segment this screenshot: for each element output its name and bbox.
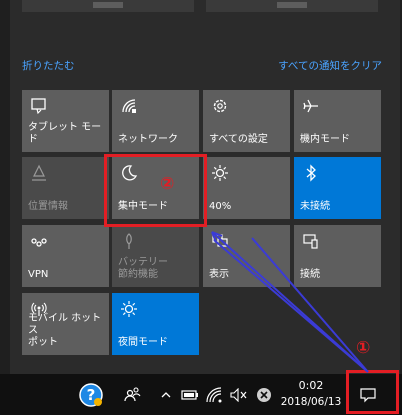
tile-network[interactable]: ネットワーク [112,90,199,152]
display-icon [210,231,230,251]
tile-focus-assist[interactable]: 集中モード [112,157,199,219]
tile-label: 未接続 [300,201,330,212]
notification-button-left[interactable] [22,0,194,12]
tile-connect[interactable]: 接続 [294,225,381,287]
tile-label: すべての設定 [209,134,268,145]
chevron-up-icon[interactable] [158,374,174,415]
connect-icon [301,231,321,251]
step-marker-2: ② [160,174,175,194]
tile-label: バッテリー 節約機能 [118,257,168,280]
close-circle-icon[interactable] [254,374,274,415]
tile-label: 表示 [209,269,229,280]
battery-saver-icon [119,231,139,251]
tile-label: 集中モード [118,201,168,212]
tile-bluetooth[interactable]: 未接続 [294,157,381,219]
tablet-mode-icon [29,96,49,116]
clock-date: 2018/06/13 [280,396,342,408]
wifi-icon[interactable] [204,374,224,415]
tile-label: 機内モード [300,134,350,145]
airplane-icon [301,96,321,116]
tile-label: VPN [28,269,49,280]
clock-time: 0:02 [298,379,324,392]
battery-icon[interactable] [180,374,200,415]
tile-tablet-mode[interactable]: タブレット モード [22,90,109,152]
people-icon[interactable] [122,374,144,415]
tile-label: ネットワーク [118,134,178,145]
tile-label: 夜間モード [118,337,168,348]
gear-icon [210,96,230,116]
tile-mobile-hotspot[interactable]: モバイル ホットス ポット [22,293,109,355]
tile-night-light[interactable]: 夜間モード [112,293,199,355]
tile-brightness[interactable]: 40% [203,157,290,219]
tile-vpn[interactable]: VPN [22,225,109,287]
tile-label: 位置情報 [28,201,68,212]
tile-airplane-mode[interactable]: 機内モード [294,90,381,152]
tile-label: 接続 [300,269,320,280]
brightness-icon [210,163,230,183]
tile-location[interactable]: 位置情報 [22,157,109,219]
night-light-icon [119,299,139,319]
moon-icon [119,163,139,183]
taskbar-clock[interactable]: 0:02 2018/06/13 [279,374,343,415]
tile-battery-saver[interactable]: バッテリー 節約機能 [112,225,199,287]
quick-actions-header: 折りたたむ すべての通知をクリア [22,58,388,74]
tile-display[interactable]: 表示 [203,225,290,287]
volume-muted-icon[interactable] [228,374,250,415]
collapse-link[interactable]: 折りたたむ [22,58,75,73]
notification-button-right[interactable] [206,0,378,12]
clear-all-notifications-link[interactable]: すべての通知をクリア [278,58,382,73]
bluetooth-icon [301,163,321,183]
tile-label: 40% [209,201,232,212]
help-icon[interactable]: ? [78,374,104,415]
network-icon [119,96,139,116]
step-marker-1: ① [356,338,371,358]
vpn-icon [29,231,49,251]
action-center-button[interactable] [356,374,380,415]
tile-label: タブレット モード [28,122,102,145]
tile-all-settings[interactable]: すべての設定 [203,90,290,152]
tile-label: モバイル ホットス ポット [28,313,102,348]
taskbar: ? 0:02 2018/06/13 [0,374,402,415]
svg-text:?: ? [87,386,96,404]
location-icon [29,163,49,183]
